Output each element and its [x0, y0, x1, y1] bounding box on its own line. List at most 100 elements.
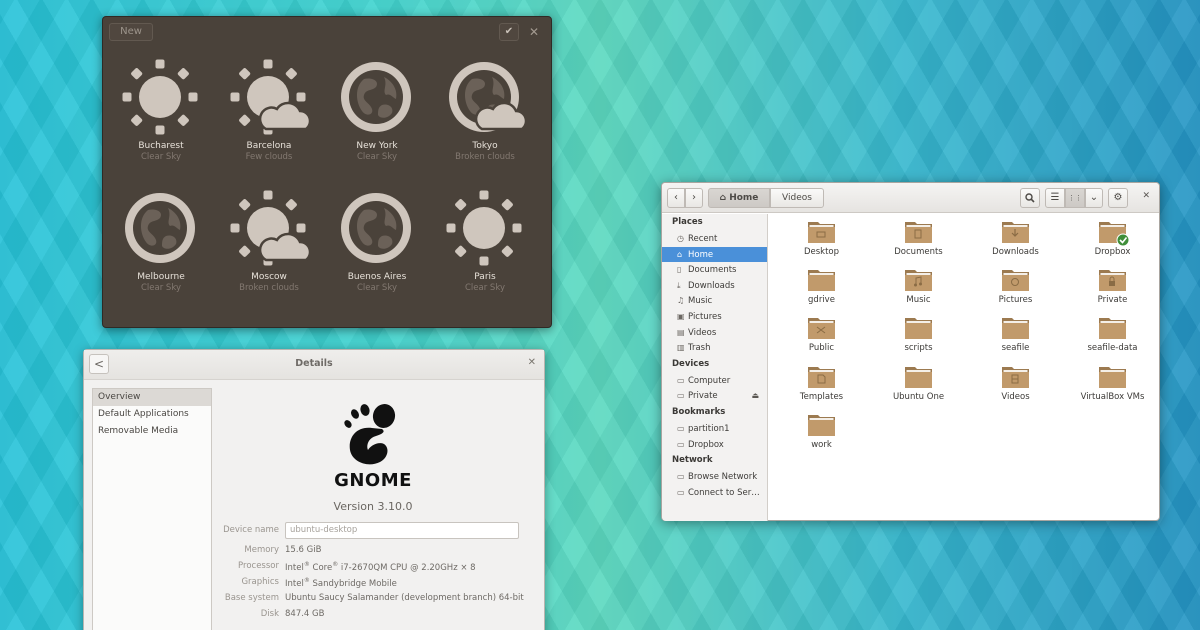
weather-location-tile[interactable]: Buenos Aires Clear Sky — [323, 188, 431, 301]
city-name: Melbourne — [137, 272, 185, 282]
folder-item[interactable]: work — [773, 411, 870, 459]
weather-location-tile[interactable]: Tokyo Broken clouds — [431, 57, 539, 170]
gear-icon[interactable]: ⚙ — [1108, 188, 1128, 208]
folder-label: Documents — [894, 247, 943, 257]
weather-location-tile[interactable]: Barcelona Few clouds — [215, 57, 323, 170]
folder-icon: ▭ — [677, 439, 685, 449]
disk-row: Disk 847.4 GB — [219, 609, 541, 625]
folder-icon — [773, 266, 870, 294]
sidebar-item-pictures[interactable]: ▣ Pictures — [662, 309, 767, 325]
weather-condition: Clear Sky — [141, 152, 181, 162]
folder-label: Pictures — [998, 295, 1033, 306]
search-icon[interactable] — [1020, 188, 1040, 208]
done-button[interactable]: ✔ — [499, 23, 519, 41]
weather-location-tile[interactable]: Paris Clear Sky — [431, 188, 539, 301]
sidebar-item-partition1[interactable]: ▭ partition1 — [662, 421, 767, 437]
sidebar-item-videos[interactable]: ▤ Videos — [662, 325, 767, 341]
folder-item[interactable]: seafile — [967, 314, 1064, 362]
window-title: Details — [295, 358, 333, 369]
folder-item[interactable]: Documents — [870, 218, 967, 266]
details-titlebar: < Details ✕ — [84, 350, 544, 380]
folder-item[interactable]: Ubuntu One — [870, 363, 967, 411]
processor-label: Processor — [238, 561, 279, 571]
sidebar-item-browse-network[interactable]: ▭ Browse Network — [662, 469, 767, 485]
sidebar-item-trash[interactable]: ▥ Trash — [662, 340, 767, 356]
folder-item[interactable]: Music — [870, 266, 967, 314]
folder-item[interactable]: Videos — [967, 363, 1064, 411]
forward-button[interactable]: › — [685, 188, 703, 208]
sidebar-item-recent[interactable]: ◷ Recent — [662, 231, 767, 247]
weather-location-tile[interactable]: Moscow Broken clouds — [215, 188, 323, 301]
folder-item[interactable]: Pictures — [967, 266, 1064, 314]
folder-icon — [773, 314, 870, 342]
pictures-icon: ▣ — [677, 311, 685, 321]
path-home-button[interactable]: ⌂ Home — [708, 188, 770, 208]
sidebar-item-music[interactable]: ♫ Music — [662, 293, 767, 309]
folder-label: seafile-data — [1087, 343, 1138, 354]
folder-item[interactable]: Private — [1064, 266, 1161, 314]
weather-condition: Few clouds — [245, 152, 293, 162]
sidebar-item-label: Music — [688, 296, 713, 307]
sidebar-item-private[interactable]: ▭ Private ⏏ — [662, 388, 767, 404]
folder-icon — [870, 218, 967, 246]
city-name: Barcelona — [246, 141, 292, 151]
city-name: Tokyo — [472, 141, 498, 151]
sidebar-item-downloads[interactable]: ⤓ Downloads — [662, 278, 767, 294]
weather-location-tile[interactable]: Bucharest Clear Sky — [107, 57, 215, 170]
weather-location-tile[interactable]: New York Clear Sky — [323, 57, 431, 170]
folder-item[interactable]: VirtualBox VMs — [1064, 363, 1161, 411]
folder-icon — [773, 411, 870, 439]
folder-item[interactable]: gdrive — [773, 266, 870, 314]
eject-icon[interactable]: ⏏ — [751, 388, 759, 403]
graphics-model: Sandybridge Mobile — [309, 578, 397, 589]
sidebar-item-removable-media[interactable]: Removable Media — [93, 423, 211, 440]
chevron-down-icon[interactable]: ⌄ — [1085, 188, 1103, 208]
device-name-field[interactable]: ubuntu-desktop — [285, 522, 519, 539]
processor-value: Intel® Core® i7-2670QM CPU @ 2.20GHz × 8 — [285, 561, 476, 573]
base-system-label: Base system — [224, 593, 279, 603]
folder-item[interactable]: Templates — [773, 363, 870, 411]
sidebar-item-label: Videos — [688, 327, 717, 338]
folder-item[interactable]: seafile-data — [1064, 314, 1161, 362]
weather-condition: Clear Sky — [141, 283, 181, 293]
sidebar-item-label: Private — [688, 391, 718, 402]
folder-item[interactable]: scripts — [870, 314, 967, 362]
sidebar-item-default-applications[interactable]: Default Applications — [93, 406, 211, 423]
back-button[interactable]: ‹ — [667, 188, 685, 208]
sidebar-item-documents[interactable]: ▯ Documents — [662, 262, 767, 278]
files-toolbar: ‹ › ⌂ Home Videos ☰ ⋮⋮ ⌄ ⚙ ✕ — [662, 183, 1159, 213]
sidebar-item-connect-to-ser[interactable]: ▭ Connect to Ser… — [662, 485, 767, 501]
sidebar-item-label: Downloads — [688, 280, 735, 291]
weather-location-tile[interactable]: Melbourne Clear Sky — [107, 188, 215, 301]
folder-item[interactable]: Public — [773, 314, 870, 362]
folder-label: Templates — [799, 391, 844, 402]
sidebar-item-label: Computer — [688, 375, 731, 386]
sidebar-item-label: Trash — [688, 343, 711, 354]
folder-item[interactable]: Dropbox — [1064, 218, 1161, 266]
version-label: Version 3.10.0 — [333, 500, 413, 513]
close-icon[interactable]: ✕ — [1142, 191, 1150, 201]
new-button[interactable]: New — [109, 23, 153, 41]
sidebar-item-overview[interactable]: Overview — [93, 389, 211, 406]
folder-label: Desktop — [803, 247, 840, 257]
path-videos-button[interactable]: Videos — [770, 188, 824, 208]
folder-item[interactable]: Desktop — [773, 218, 870, 266]
processor-brand: Core — [309, 562, 333, 573]
system-info: Device name ubuntu-desktop Memory 15.6 G… — [219, 522, 541, 625]
folder-icon — [1064, 218, 1161, 246]
globe-icon — [323, 188, 431, 270]
sidebar-item-home[interactable]: ⌂ Home — [662, 246, 767, 263]
sidebar-item-dropbox[interactable]: ▭ Dropbox — [662, 437, 767, 453]
gnome-wordmark: GNOME — [334, 470, 412, 491]
grid-view-icon[interactable]: ⋮⋮ — [1065, 188, 1085, 208]
folder-item[interactable]: Downloads — [967, 218, 1064, 266]
sun-cloud-icon — [215, 57, 323, 139]
home-icon: ⌂ — [719, 193, 730, 203]
weather-titlebar: New ✔ ✕ — [103, 17, 551, 47]
sun-cloud-icon — [215, 188, 323, 270]
sidebar-item-computer[interactable]: ▭ Computer — [662, 373, 767, 389]
list-view-icon[interactable]: ☰ — [1045, 188, 1065, 208]
close-icon[interactable]: ✕ — [528, 357, 536, 368]
sidebar-header-bookmarks: Bookmarks — [672, 406, 726, 417]
close-icon[interactable]: ✕ — [525, 23, 543, 41]
